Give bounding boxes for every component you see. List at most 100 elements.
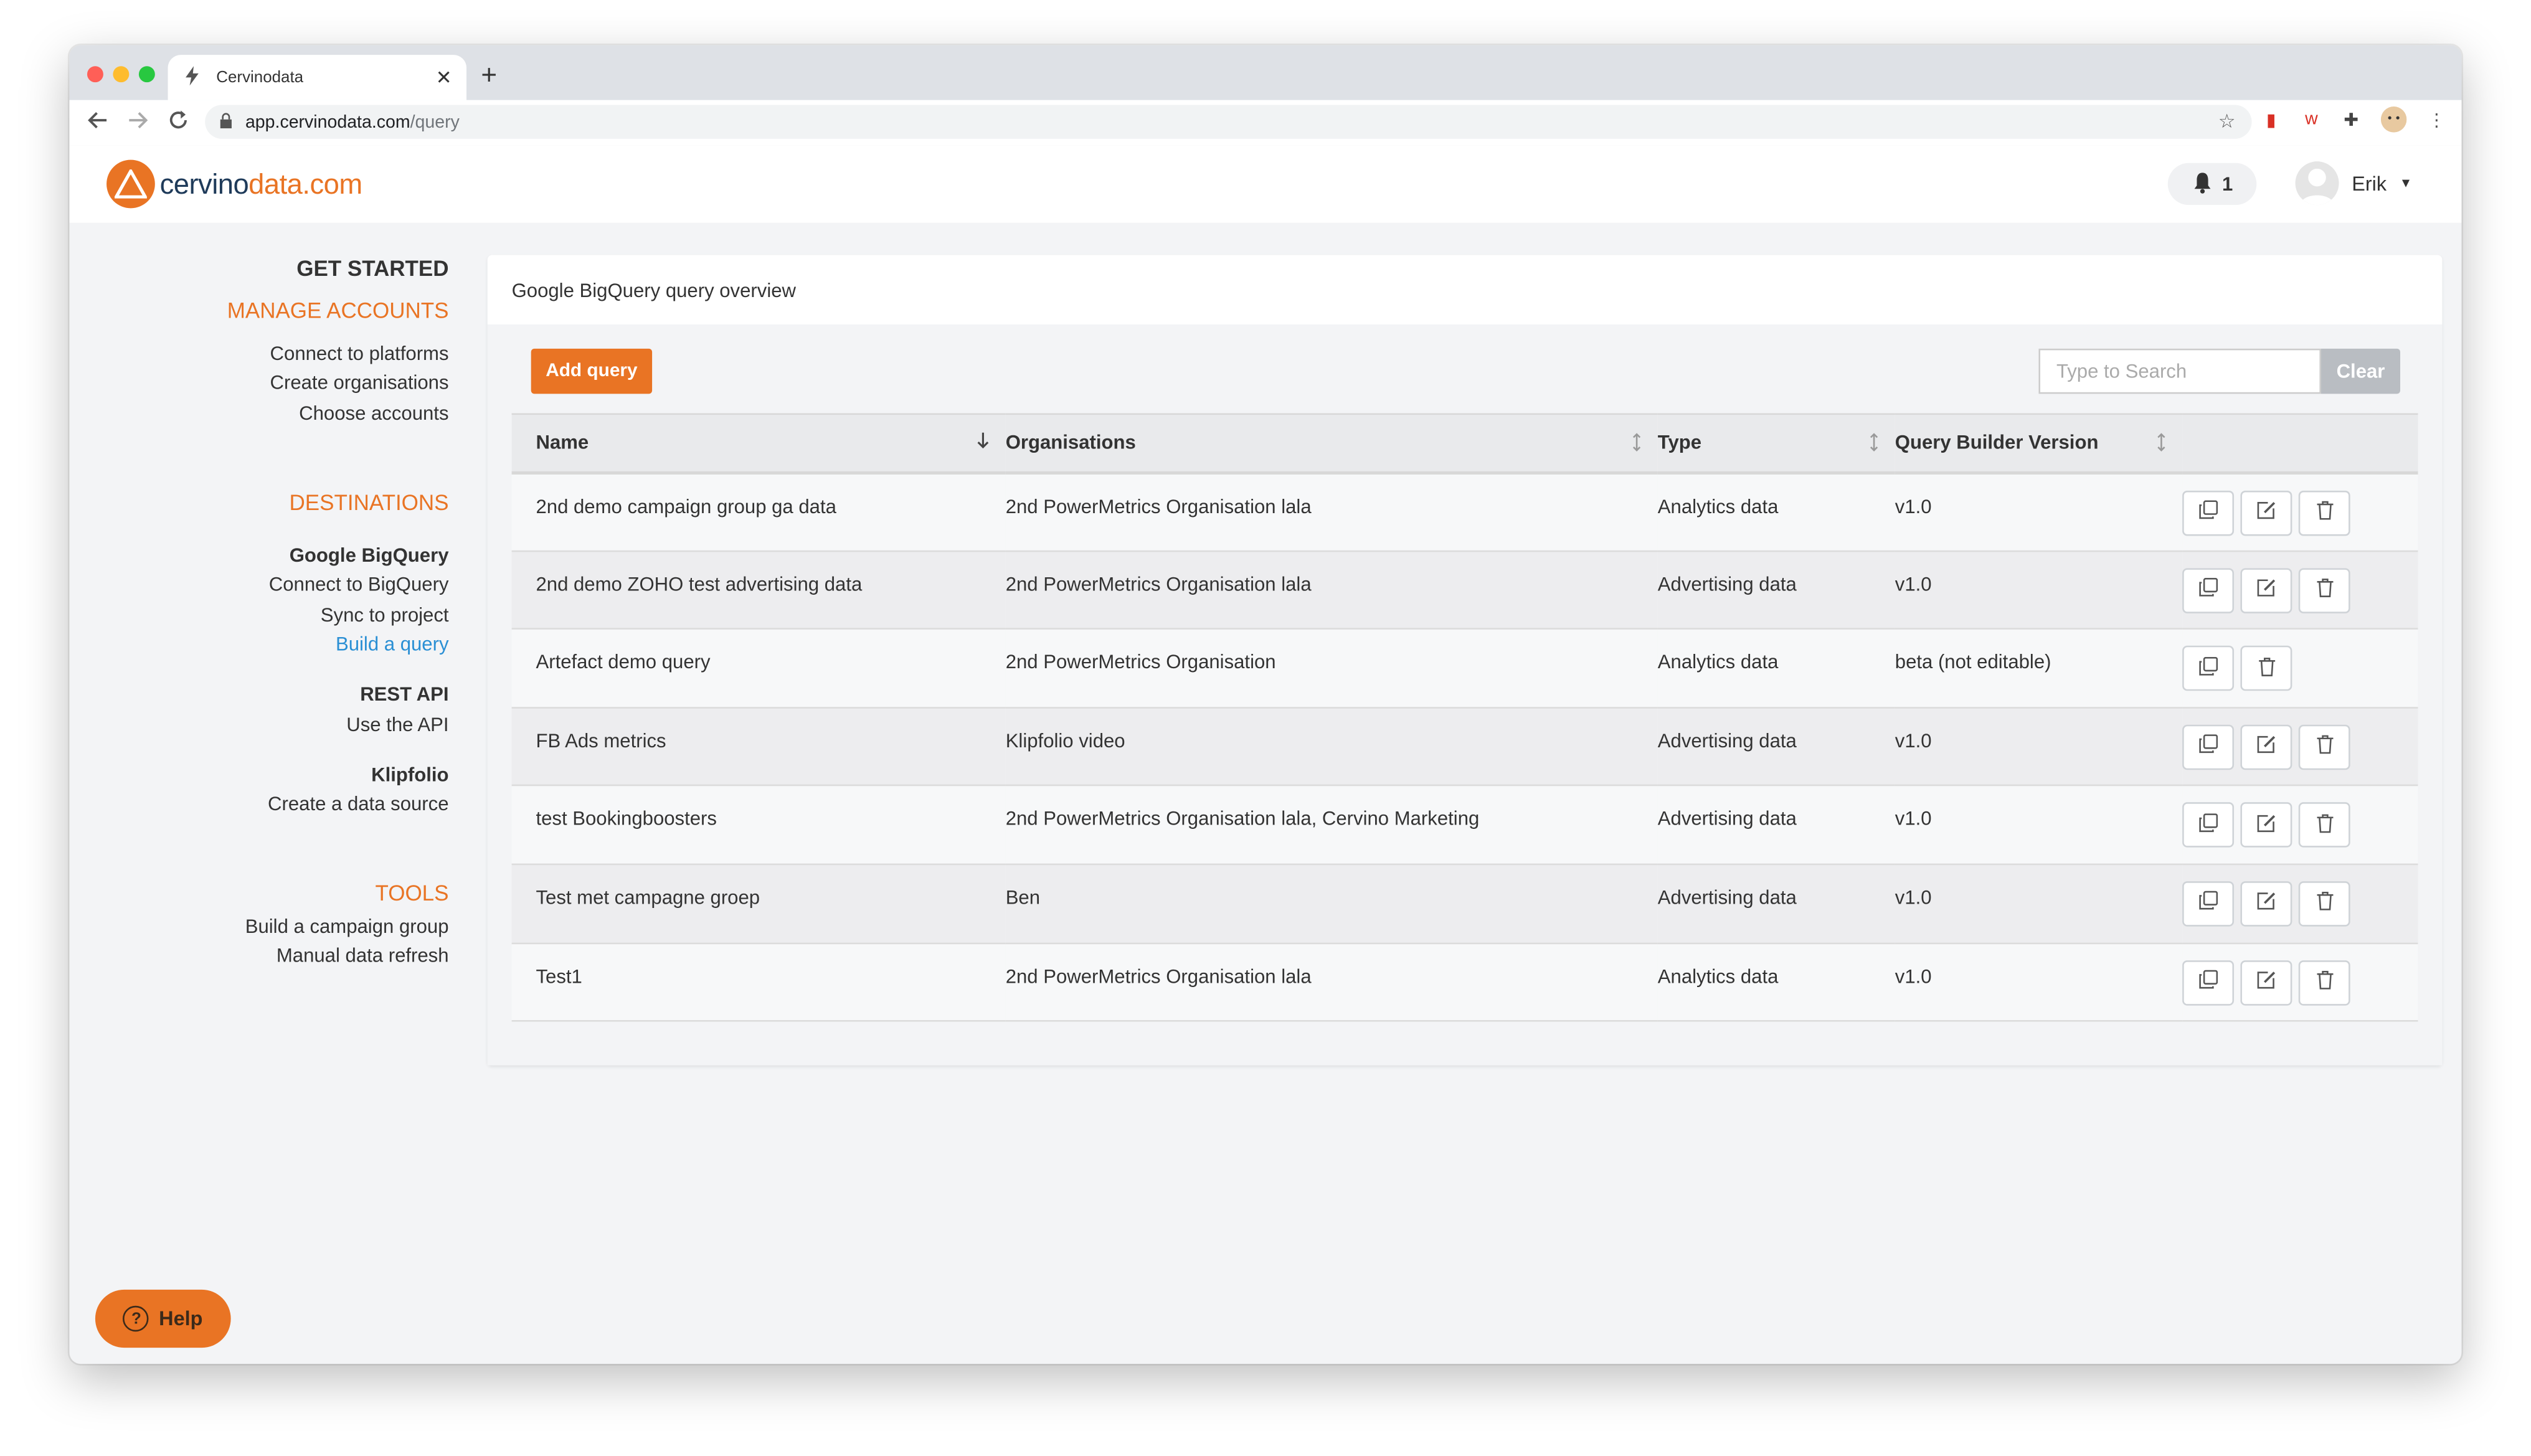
back-icon[interactable] <box>87 110 108 135</box>
copy-button[interactable] <box>2182 803 2235 848</box>
delete-button[interactable] <box>2298 567 2350 613</box>
url-path: /query <box>410 112 460 132</box>
sidebar-heading-tools[interactable]: TOOLS <box>376 881 449 905</box>
sidebar-item-build-campaign-group[interactable]: Build a campaign group <box>245 915 449 938</box>
trash-icon <box>2316 970 2334 995</box>
trash-icon <box>2316 735 2334 759</box>
sidebar-item-manual-refresh[interactable]: Manual data refresh <box>277 944 449 967</box>
copy-button[interactable] <box>2182 959 2235 1005</box>
edit-button[interactable] <box>2240 803 2292 848</box>
table-row[interactable]: FB Ads metrics Klipfolio video Advertising… <box>511 707 2418 786</box>
extensions-puzzle-icon[interactable]: ✚ <box>2344 110 2358 131</box>
table-row[interactable]: Artefact demo query 2nd PowerMetrics Orga… <box>511 628 2418 707</box>
sidebar-item-create-data-source[interactable]: Create a data source <box>268 793 448 815</box>
column-header-type[interactable]: Type <box>1658 414 1895 472</box>
notification-count: 1 <box>2222 173 2233 196</box>
delete-button[interactable] <box>2298 881 2350 927</box>
sort-icon[interactable] <box>2157 433 2167 457</box>
cell-name: Artefact demo query <box>536 650 711 674</box>
sidebar-item-rest-api[interactable]: REST API <box>360 683 448 705</box>
sort-icon[interactable] <box>1869 433 1879 457</box>
cell-version: v1.0 <box>1895 807 1932 831</box>
trash-icon <box>2316 500 2334 524</box>
copy-button[interactable] <box>2182 881 2235 927</box>
cell-name: FB Ads metrics <box>536 729 666 752</box>
clear-search-button[interactable]: Clear <box>2321 348 2401 394</box>
sort-icon[interactable] <box>1632 433 1642 457</box>
copy-button[interactable] <box>2182 489 2235 536</box>
edit-icon <box>2256 735 2276 759</box>
query-overview-card: Google BigQuery query overview Add query… <box>487 255 2443 1066</box>
table-row[interactable]: 2nd demo ZOHO test advertising data 2nd P… <box>511 551 2418 629</box>
copy-button[interactable] <box>2182 567 2235 613</box>
cell-actions <box>2182 551 2418 629</box>
forward-icon[interactable] <box>128 110 149 135</box>
edit-button[interactable] <box>2240 489 2292 536</box>
column-header-version[interactable]: Query Builder Version <box>1895 414 2182 472</box>
edit-button[interactable] <box>2240 959 2292 1005</box>
copy-icon <box>2198 656 2218 681</box>
sidebar-item-klipfolio[interactable]: Klipfolio <box>371 763 448 786</box>
extension-red-icon[interactable]: ▮ <box>2266 110 2276 131</box>
delete-button[interactable] <box>2298 489 2350 536</box>
sidebar-item-sync-project[interactable]: Sync to project <box>321 603 449 626</box>
reload-icon[interactable] <box>168 110 189 135</box>
copy-icon <box>2198 813 2218 838</box>
copy-button[interactable] <box>2182 724 2235 770</box>
cell-actions <box>2182 707 2418 786</box>
table-row[interactable]: Test1 2nd PowerMetrics Organisation lala A… <box>511 942 2418 1021</box>
sidebar-item-create-organisations[interactable]: Create organisations <box>270 371 449 394</box>
notifications-button[interactable]: 1 <box>2167 163 2257 206</box>
cell-name: Test met campagne groep <box>536 886 760 909</box>
edit-button[interactable] <box>2240 724 2292 770</box>
sidebar-heading-destinations[interactable]: DESTINATIONS <box>290 491 449 515</box>
browser-tab[interactable]: Cervinodata ✕ <box>168 55 467 100</box>
add-query-button[interactable]: Add query <box>531 348 653 394</box>
copy-button[interactable] <box>2182 646 2235 691</box>
app-header: cervinodata.com 1 Erik ▼ <box>69 145 2462 223</box>
sidebar-item-use-api[interactable]: Use the API <box>346 714 448 736</box>
cell-organisations: 2nd PowerMetrics Organisation lala <box>1005 494 1312 518</box>
bookmark-star-icon[interactable]: ☆ <box>2218 110 2236 132</box>
sidebar-heading-manage-accounts[interactable]: MANAGE ACCOUNTS <box>227 298 449 323</box>
close-tab-icon[interactable]: ✕ <box>436 66 452 88</box>
new-tab-button[interactable]: + <box>481 60 497 92</box>
user-menu[interactable]: Erik ▼ <box>2295 161 2412 206</box>
delete-button[interactable] <box>2298 959 2350 1005</box>
minimize-window-button[interactable] <box>113 66 130 83</box>
cell-actions <box>2182 864 2418 943</box>
column-header-name[interactable]: Name <box>512 414 1006 472</box>
edit-button[interactable] <box>2240 567 2292 613</box>
sidebar-heading-get-started[interactable]: GET STARTED <box>296 257 448 281</box>
copy-icon <box>2198 970 2218 995</box>
maximize-window-button[interactable] <box>138 66 155 83</box>
close-window-button[interactable] <box>87 66 103 83</box>
logo[interactable]: cervinodata.com <box>106 159 362 209</box>
delete-button[interactable] <box>2298 724 2350 770</box>
question-icon: ? <box>123 1305 149 1332</box>
table-row[interactable]: 2nd demo campaign group ga data 2nd Power… <box>511 472 2418 551</box>
delete-button[interactable] <box>2298 803 2350 848</box>
tab-title: Cervinodata <box>216 69 304 87</box>
browser-menu-icon[interactable]: ⋮ <box>2428 110 2446 131</box>
cell-organisations: Klipfolio video <box>1005 729 1125 752</box>
sidebar-item-connect-bigquery[interactable]: Connect to BigQuery <box>269 573 449 595</box>
sidebar-item-build-query[interactable]: Build a query <box>336 633 449 655</box>
extension-w-icon[interactable]: w <box>2305 110 2318 129</box>
sidebar-item-connect-platforms[interactable]: Connect to platforms <box>270 342 449 364</box>
delete-button[interactable] <box>2240 646 2292 691</box>
column-header-organisations[interactable]: Organisations <box>1006 414 1658 472</box>
table-row[interactable]: test Bookingboosters 2nd PowerMetrics Org… <box>511 785 2418 864</box>
cell-organisations: Ben <box>1005 886 1041 909</box>
sidebar-item-google-bigquery[interactable]: Google BigQuery <box>290 544 449 566</box>
cell-version: v1.0 <box>1895 964 1932 988</box>
url-field[interactable]: app.cervinodata.com /query ☆ <box>205 105 2252 139</box>
help-button[interactable]: ? Help <box>95 1289 231 1348</box>
sidebar-item-choose-accounts[interactable]: Choose accounts <box>299 402 448 424</box>
cell-type: Advertising data <box>1657 729 1797 752</box>
sort-desc-icon[interactable] <box>977 432 990 454</box>
edit-button[interactable] <box>2240 881 2292 927</box>
search-input[interactable] <box>2038 348 2322 394</box>
profile-avatar-icon[interactable] <box>2380 106 2407 137</box>
table-row[interactable]: Test met campagne groep Ben Advertising da… <box>511 864 2418 943</box>
